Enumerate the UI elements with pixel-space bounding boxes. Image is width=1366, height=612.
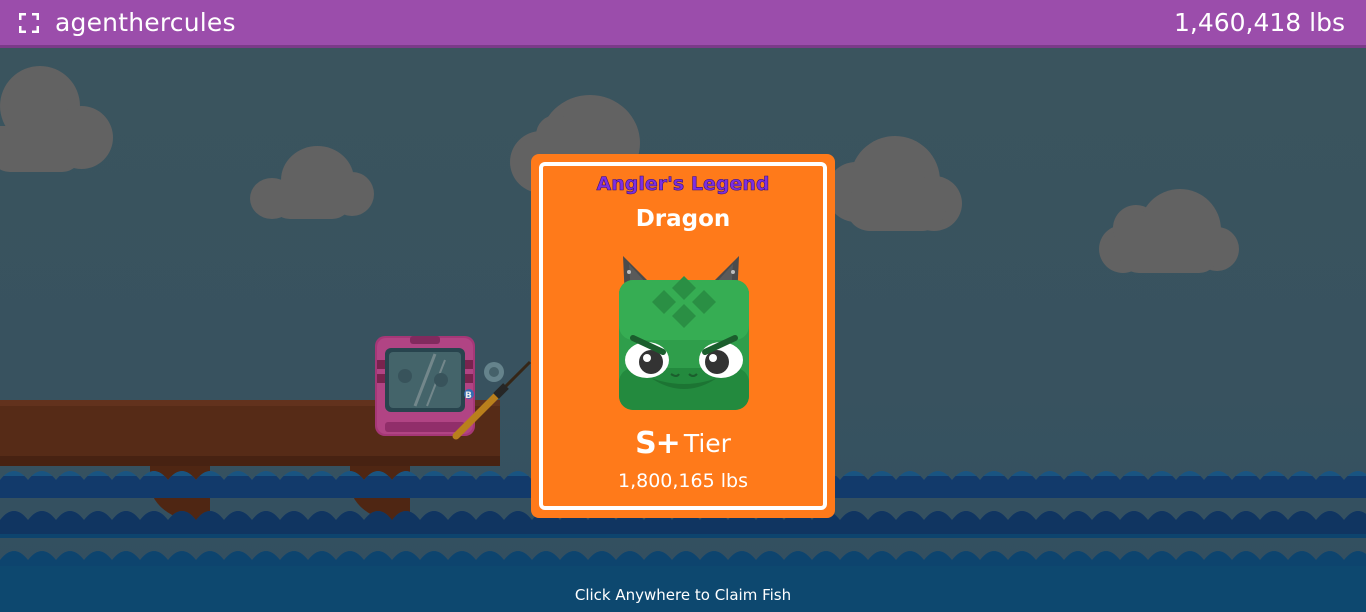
claim-hint[interactable]: Click Anywhere to Claim Fish: [0, 586, 1366, 604]
tier-row: S+ Tier: [531, 426, 835, 461]
fullscreen-icon[interactable]: [19, 12, 39, 33]
tier-badge: S+: [635, 426, 681, 461]
catch-title: Angler's Legend: [596, 173, 770, 196]
dragon-icon: [619, 256, 749, 410]
catch-card[interactable]: Angler's Legend Dragon S+ Tier 1,800,165…: [531, 154, 835, 518]
game-scene[interactable]: B Angler's Legend Dragon S+ Tier 1,800,1…: [0, 48, 1366, 612]
top-bar: agenthercules 1,460,418 lbs: [0, 0, 1366, 48]
fish-weight: 1,800,165 lbs: [618, 470, 748, 492]
top-bar-left: agenthercules: [0, 8, 236, 37]
tier-label: Tier: [683, 429, 731, 458]
username: agenthercules: [55, 8, 236, 37]
total-weight: 1,460,418 lbs: [1173, 8, 1345, 37]
fish-name: Dragon: [635, 206, 731, 232]
